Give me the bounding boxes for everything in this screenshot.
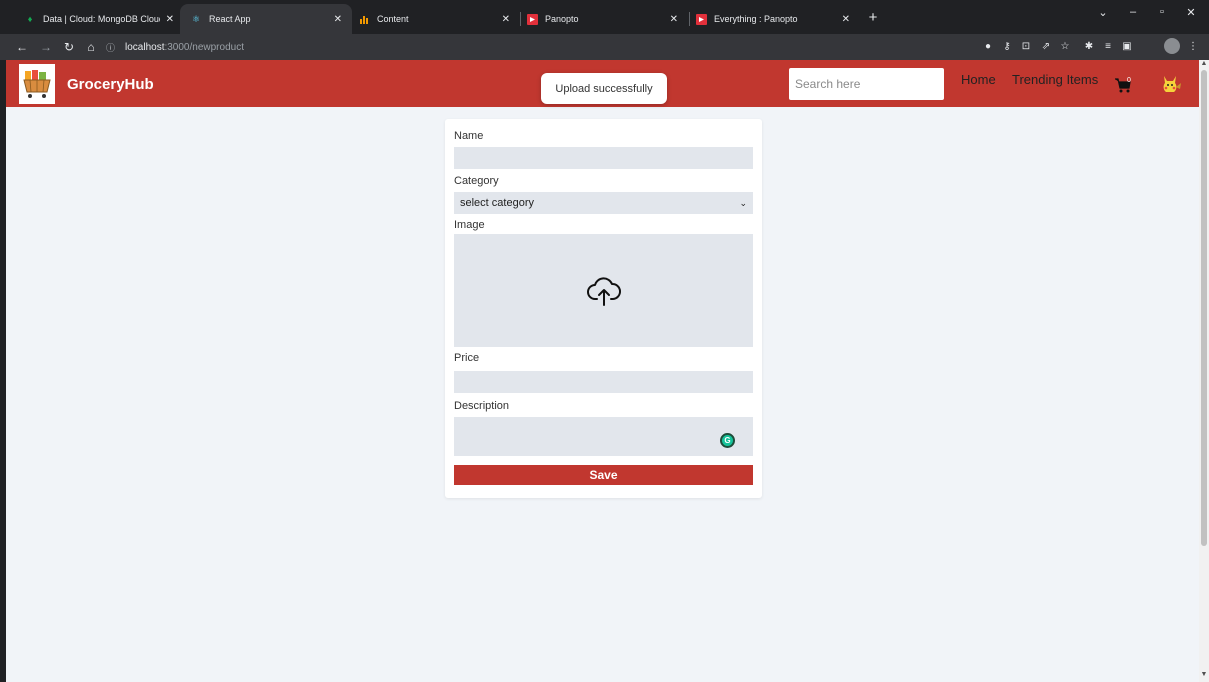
nav-link-home[interactable]: Home (961, 72, 996, 87)
app-header: GroceryHub Upload successfully Home Tren… (6, 60, 1199, 107)
cart-icon[interactable]: 0 (1114, 76, 1132, 94)
bookmark-star-icon[interactable]: ☆ (1058, 40, 1072, 54)
name-label: Name (454, 130, 484, 142)
browser-tab-everything-panopto[interactable]: Everything : Panopto ✕ (685, 4, 860, 34)
forward-arrow-icon[interactable]: → (37, 38, 55, 56)
tab-title: Content (377, 14, 409, 24)
panopto-icon (695, 13, 707, 25)
tab-title: Everything : Panopto (714, 14, 798, 24)
side-panel-icon[interactable]: ▣ (1120, 40, 1134, 54)
location-pin-icon[interactable]: ● (981, 40, 995, 54)
grocery-basket-logo[interactable] (19, 64, 55, 104)
chevron-down-icon: ⌄ (739, 197, 747, 208)
price-input[interactable] (454, 371, 753, 393)
share-icon[interactable]: ⇗ (1039, 40, 1053, 54)
user-avatar-icon[interactable] (1158, 73, 1182, 97)
tab-title: Data | Cloud: MongoDB Cloud (43, 14, 160, 24)
site-info-icon[interactable]: ⓘ (106, 41, 120, 54)
description-textarea[interactable] (454, 417, 753, 456)
browser-tab-react-app[interactable]: ⚛ React App ✕ (180, 4, 352, 34)
profile-avatar[interactable] (1164, 38, 1180, 54)
install-app-icon[interactable]: ⊡ (1019, 40, 1033, 54)
scrollbar-thumb[interactable] (1201, 70, 1207, 546)
back-arrow-icon[interactable]: ← (13, 38, 31, 56)
restore-icon[interactable]: ▫ (1152, 6, 1172, 18)
url-path: :3000/newproduct (164, 41, 244, 53)
category-label: Category (454, 175, 499, 187)
home-icon[interactable]: ⌂ (82, 38, 100, 56)
tab-search-chevron-icon[interactable]: ⌄ (1093, 6, 1113, 19)
name-input[interactable] (454, 147, 753, 169)
close-icon[interactable]: ✕ (670, 14, 678, 25)
browser-tab-strip: ♦ Data | Cloud: MongoDB Cloud ✕ ⚛ React … (0, 0, 1209, 34)
scroll-up-arrow-icon[interactable]: ▲ (1199, 60, 1209, 67)
price-label: Price (454, 352, 480, 364)
browser-tab-panopto[interactable]: Panopto ✕ (516, 4, 688, 34)
page-viewport: GroceryHub Upload successfully Home Tren… (6, 60, 1199, 682)
scroll-down-arrow-icon[interactable]: ▼ (1199, 671, 1209, 678)
tab-title: Panopto (545, 14, 579, 24)
image-label: Image (454, 219, 485, 231)
upload-success-toast: Upload successfully (541, 73, 667, 104)
minimize-icon[interactable]: – (1123, 6, 1143, 18)
react-icon: ⚛ (191, 13, 201, 24)
browser-menu-icon[interactable]: ⋮ (1186, 40, 1200, 54)
new-tab-plus-icon[interactable]: + (864, 9, 882, 27)
browser-tab-content[interactable]: Content ✕ (348, 4, 520, 34)
browser-toolbar: ← → ↻ ⌂ ⓘ localhost:3000/newproduct ● ⚷ … (0, 34, 1209, 60)
bar-chart-icon (358, 13, 370, 25)
grammarly-g-icon[interactable]: G (720, 433, 735, 448)
window-close-icon[interactable]: ✕ (1181, 6, 1201, 19)
cloud-upload-icon (586, 276, 621, 306)
nav-link-trending-items[interactable]: Trending Items (1012, 72, 1098, 87)
image-upload-area[interactable] (454, 234, 753, 347)
close-icon[interactable]: ✕ (166, 14, 174, 25)
tab-title: React App (209, 14, 251, 24)
category-selected-value: select category (460, 197, 534, 209)
mongodb-leaf-icon: ♦ (27, 14, 33, 24)
close-icon[interactable]: ✕ (842, 14, 850, 25)
address-bar[interactable]: ⓘ localhost:3000/newproduct (106, 37, 966, 57)
url-host: localhost (125, 41, 165, 53)
brand-name[interactable]: GroceryHub (67, 76, 154, 93)
search-input[interactable] (789, 68, 944, 100)
cart-count: 0 (1127, 77, 1131, 84)
save-button[interactable]: Save (454, 465, 753, 485)
category-select[interactable]: select category ⌄ (454, 192, 753, 214)
extensions-puzzle-icon[interactable]: ✱ (1082, 40, 1096, 54)
page-scrollbar[interactable]: ▲ ▼ (1199, 60, 1209, 682)
description-label: Description (454, 400, 510, 412)
browser-tab-mongodb[interactable]: ♦ Data | Cloud: MongoDB Cloud ✕ (14, 4, 184, 34)
reading-list-icon[interactable]: ≡ (1101, 40, 1115, 54)
panopto-icon (526, 13, 538, 25)
close-icon[interactable]: ✕ (502, 14, 510, 25)
reload-icon[interactable]: ↻ (60, 38, 78, 56)
key-icon[interactable]: ⚷ (1000, 40, 1014, 54)
close-icon[interactable]: ✕ (334, 14, 342, 25)
new-product-form-card: Name Category select category ⌄ Image Pr… (445, 119, 762, 498)
